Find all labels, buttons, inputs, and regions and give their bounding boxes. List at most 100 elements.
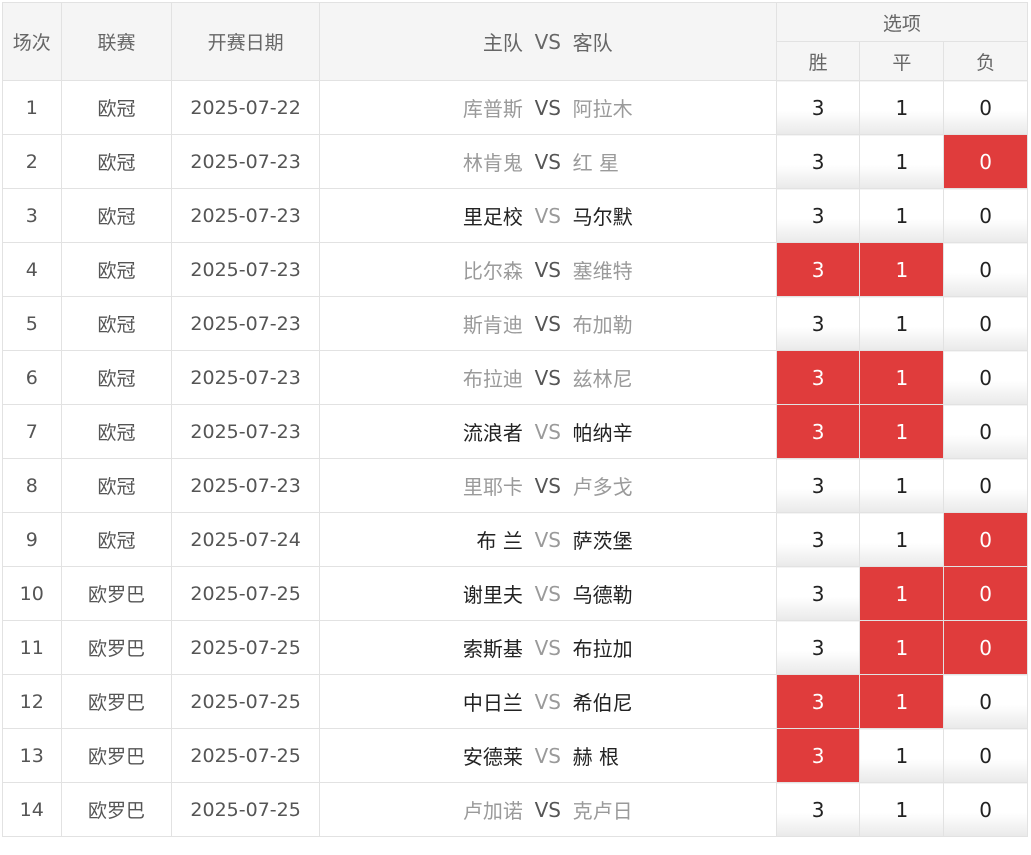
option-draw-button[interactable]: 1 [859, 512, 945, 567]
header-match: 主队 VS 客队 [318, 2, 777, 81]
row-idx: 10 [2, 566, 62, 621]
row-match: 中日兰 VS 希伯尼 [318, 674, 777, 729]
row-idx: 5 [2, 296, 62, 351]
row-idx: 4 [2, 242, 62, 297]
option-win-button[interactable]: 3 [775, 458, 861, 513]
header-lose: 负 [943, 41, 1028, 81]
option-draw-button[interactable]: 1 [859, 188, 945, 243]
row-match: 库普斯 VS 阿拉木 [318, 80, 777, 135]
option-lose-button[interactable]: 0 [943, 188, 1028, 243]
away-team: 希伯尼 [572, 691, 633, 715]
row-date: 2025-07-25 [171, 674, 320, 729]
option-lose-button[interactable]: 0 [943, 566, 1028, 621]
option-win-button[interactable]: 3 [775, 728, 861, 783]
option-draw-button[interactable]: 1 [859, 134, 945, 189]
home-team: 谢里夫 [462, 583, 523, 607]
vs-label: VS [534, 527, 561, 552]
option-win-button[interactable]: 3 [775, 134, 861, 189]
option-draw-button[interactable]: 1 [859, 674, 945, 729]
option-draw-button[interactable]: 1 [859, 566, 945, 621]
row-match: 谢里夫 VS 乌德勒 [318, 566, 777, 621]
home-team: 安德莱 [462, 745, 523, 769]
table-row: 12 欧罗巴 2025-07-25 中日兰 VS 希伯尼 3 1 0 [2, 674, 1028, 729]
table-row: 9 欧冠 2025-07-24 布 兰 VS 萨茨堡 3 1 0 [2, 512, 1028, 567]
vs-label: VS [534, 365, 561, 390]
row-league: 欧冠 [60, 458, 173, 513]
header-win: 胜 [775, 41, 861, 81]
vs-label: VS [534, 689, 561, 714]
table-row: 6 欧冠 2025-07-23 布拉迪 VS 兹林尼 3 1 0 [2, 350, 1028, 405]
row-match: 比尔森 VS 塞维特 [318, 242, 777, 297]
option-draw-button[interactable]: 1 [859, 242, 945, 297]
option-lose-button[interactable]: 0 [943, 674, 1028, 729]
row-league: 欧罗巴 [60, 566, 173, 621]
option-win-button[interactable]: 3 [775, 242, 861, 297]
option-win-button[interactable]: 3 [775, 296, 861, 351]
away-team: 赫 根 [572, 745, 619, 769]
option-win-button[interactable]: 3 [775, 782, 861, 837]
vs-label: VS [534, 149, 561, 174]
home-team: 库普斯 [462, 97, 523, 121]
home-team: 里耶卡 [462, 475, 523, 499]
row-match: 流浪者 VS 帕纳辛 [318, 404, 777, 459]
row-date: 2025-07-23 [171, 134, 320, 189]
away-team: 布加勒 [572, 313, 633, 337]
option-win-button[interactable]: 3 [775, 80, 861, 135]
option-win-button[interactable]: 3 [775, 512, 861, 567]
row-idx: 9 [2, 512, 62, 567]
vs-label: VS [534, 203, 561, 228]
table-row: 13 欧罗巴 2025-07-25 安德莱 VS 赫 根 310 [2, 728, 1028, 783]
away-team: 布拉加 [572, 637, 633, 661]
table-row: 11 欧罗巴 2025-07-25 索斯基 VS 布拉加 3 1 0 [2, 620, 1028, 675]
option-draw-button[interactable]: 1 [859, 350, 945, 405]
table-row: 5 欧冠 2025-07-23 斯肯迪 VS 布加勒 3 1 0 [2, 296, 1028, 351]
option-lose-button[interactable]: 0 [943, 404, 1028, 459]
option-win-button[interactable]: 3 [775, 350, 861, 405]
option-lose-button[interactable]: 0 [943, 728, 1028, 783]
option-win-button[interactable]: 3 [775, 566, 861, 621]
option-lose-button[interactable]: 0 [943, 242, 1028, 297]
row-idx: 7 [2, 404, 62, 459]
row-date: 2025-07-23 [171, 296, 320, 351]
row-match: 布拉迪 VS 兹林尼 [318, 350, 777, 405]
row-date: 2025-07-23 [171, 458, 320, 513]
table-header: 场次 联赛 开赛日期 主队 VS 客队 选项 胜 平 负 [2, 2, 1029, 81]
header-vs: VS [534, 29, 561, 54]
option-draw-button[interactable]: 1 [859, 80, 945, 135]
option-lose-button[interactable]: 0 [943, 80, 1028, 135]
home-team: 索斯基 [462, 637, 523, 661]
option-draw-button[interactable]: 1 [859, 620, 945, 675]
option-lose-button[interactable]: 0 [943, 350, 1028, 405]
away-team: 塞维特 [572, 259, 633, 283]
row-match: 安德莱 VS 赫 根 [318, 728, 777, 783]
option-lose-button[interactable]: 0 [943, 782, 1028, 837]
away-team: 卢多戈 [572, 475, 633, 499]
option-lose-button[interactable]: 0 [943, 512, 1028, 567]
option-draw-button[interactable]: 1 [859, 458, 945, 513]
option-win-button[interactable]: 3 [775, 674, 861, 729]
option-draw-button[interactable]: 1 [859, 404, 945, 459]
header-draw: 平 [859, 41, 945, 81]
option-draw-button[interactable]: 1 [859, 296, 945, 351]
row-league: 欧冠 [60, 188, 173, 243]
option-draw-button[interactable]: 1 [859, 782, 945, 837]
home-team: 布 兰 [476, 529, 523, 553]
home-team: 流浪者 [462, 421, 523, 445]
vs-label: VS [534, 473, 561, 498]
option-win-button[interactable]: 3 [775, 620, 861, 675]
row-league: 欧冠 [60, 296, 173, 351]
away-team: 马尔默 [572, 205, 633, 229]
row-idx: 2 [2, 134, 62, 189]
vs-label: VS [534, 581, 561, 606]
home-team: 林肯鬼 [462, 151, 523, 175]
option-win-button[interactable]: 3 [775, 404, 861, 459]
option-lose-button[interactable]: 0 [943, 296, 1028, 351]
row-match: 里足校 VS 马尔默 [318, 188, 777, 243]
option-draw-button[interactable]: 1 [859, 728, 945, 783]
option-lose-button[interactable]: 0 [943, 458, 1028, 513]
away-team: 乌德勒 [572, 583, 633, 607]
option-lose-button[interactable]: 0 [943, 134, 1028, 189]
row-league: 欧冠 [60, 404, 173, 459]
option-win-button[interactable]: 3 [775, 188, 861, 243]
option-lose-button[interactable]: 0 [943, 620, 1028, 675]
